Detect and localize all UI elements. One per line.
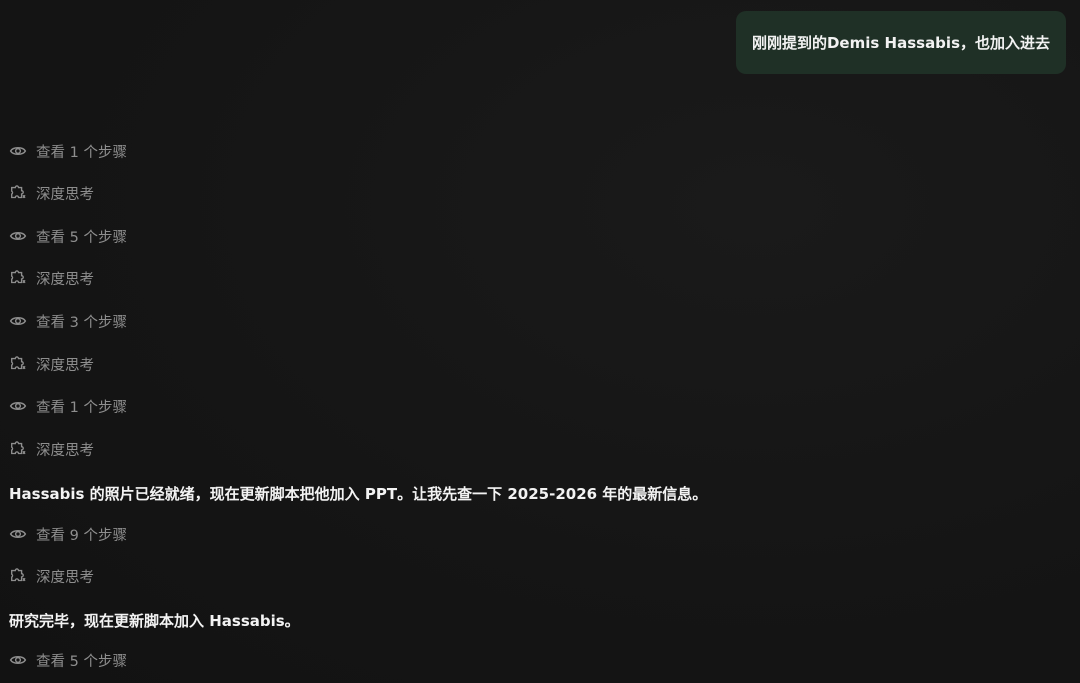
view-steps-toggle[interactable]: 查看 1 个步骤 — [9, 140, 127, 162]
deep-thinking-icon — [9, 567, 27, 585]
deep-thinking-toggle[interactable]: 深度思考 — [9, 182, 94, 204]
background — [0, 0, 1080, 683]
deep-thinking-icon — [9, 269, 27, 287]
view-steps-toggle[interactable]: 查看 5 个步骤 — [9, 225, 127, 247]
user-message-bubble: 刚刚提到的Demis Hassabis，也加入进去 — [735, 11, 1066, 74]
deep-thinking-toggle[interactable]: 深度思考 — [9, 438, 94, 460]
eye-icon — [9, 142, 27, 160]
eye-icon — [9, 312, 27, 330]
assistant-message: 研究完毕，现在更新脚本加入 Hassabis。 — [9, 612, 300, 630]
deep-thinking-label: 深度思考 — [36, 569, 94, 586]
view-steps-label: 查看 1 个步骤 — [36, 144, 127, 161]
eye-icon — [9, 227, 27, 245]
user-message-text: 刚刚提到的Demis Hassabis，也加入进去 — [751, 34, 1050, 52]
view-steps-label: 查看 3 个步骤 — [36, 314, 127, 331]
assistant-message: Hassabis 的照片已经就绪，现在更新脚本把他加入 PPT。让我先查一下 2… — [9, 485, 708, 503]
eye-icon — [9, 397, 27, 415]
eye-icon — [9, 651, 27, 669]
deep-thinking-label: 深度思考 — [36, 357, 94, 374]
eye-icon — [9, 525, 27, 543]
deep-thinking-icon — [9, 184, 27, 202]
view-steps-toggle[interactable]: 查看 9 个步骤 — [9, 523, 127, 545]
view-steps-label: 查看 1 个步骤 — [36, 399, 127, 416]
deep-thinking-label: 深度思考 — [36, 186, 94, 203]
deep-thinking-icon — [9, 355, 27, 373]
view-steps-toggle[interactable]: 查看 5 个步骤 — [9, 649, 127, 671]
view-steps-label: 查看 9 个步骤 — [36, 527, 127, 544]
deep-thinking-toggle[interactable]: 深度思考 — [9, 565, 94, 587]
deep-thinking-toggle[interactable]: 深度思考 — [9, 267, 94, 289]
deep-thinking-label: 深度思考 — [36, 442, 94, 459]
view-steps-toggle[interactable]: 查看 3 个步骤 — [9, 310, 127, 332]
deep-thinking-label: 深度思考 — [36, 271, 94, 288]
view-steps-label: 查看 5 个步骤 — [36, 229, 127, 246]
deep-thinking-toggle[interactable]: 深度思考 — [9, 353, 94, 375]
deep-thinking-icon — [9, 440, 27, 458]
view-steps-label: 查看 5 个步骤 — [36, 653, 127, 670]
view-steps-toggle[interactable]: 查看 1 个步骤 — [9, 395, 127, 417]
